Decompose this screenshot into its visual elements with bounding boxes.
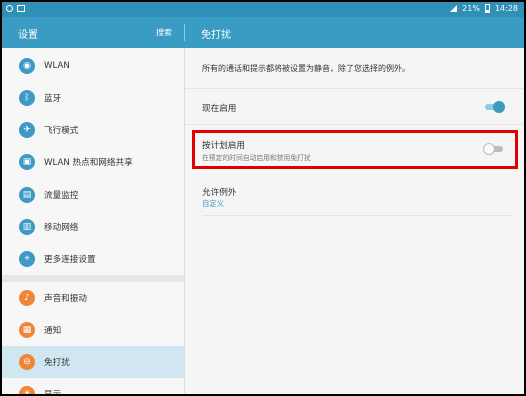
page-title: 免打扰 bbox=[201, 30, 231, 41]
settings-title: 设置 bbox=[18, 30, 38, 41]
status-bar: 21% 14:28 bbox=[2, 2, 524, 17]
sidebar-item-do-not-disturb[interactable]: ⊖ 免打扰 bbox=[2, 346, 184, 378]
sidebar-item-label: WLAN 热点和网络共享 bbox=[44, 158, 133, 168]
sidebar-item-label: WLAN bbox=[44, 61, 70, 71]
clock: 14:28 bbox=[494, 4, 518, 13]
data-usage-icon: ▤ bbox=[19, 187, 35, 203]
sidebar-item-label: 通知 bbox=[44, 326, 62, 336]
dnd-description: 所有的通话和提示都将被设置为静音，除了您选择的例外。 bbox=[202, 64, 410, 73]
search-button[interactable]: 搜索 bbox=[156, 27, 172, 38]
sidebar-item-sound[interactable]: ♪ 声音和振动 bbox=[2, 282, 184, 314]
sidebar-item-label: 流量监控 bbox=[44, 191, 79, 201]
bluetooth-icon: ᛒ bbox=[19, 90, 35, 106]
sidebar-item-hotspot[interactable]: ▣ WLAN 热点和网络共享 bbox=[2, 146, 184, 178]
sidebar-item-label: 移动网络 bbox=[44, 223, 79, 233]
sidebar-item-label: 飞行模式 bbox=[44, 126, 79, 136]
sidebar-item-label: 免打扰 bbox=[44, 358, 70, 368]
airplane-icon: ✈ bbox=[19, 122, 35, 138]
sidebar-item-display[interactable]: ☀ 显示 bbox=[2, 378, 184, 394]
mobile-network-icon: ▥ bbox=[19, 219, 35, 235]
divider bbox=[185, 124, 524, 125]
sidebar-item-airplane-mode[interactable]: ✈ 飞行模式 bbox=[2, 114, 184, 146]
enable-now-label: 现在启用 bbox=[202, 104, 237, 114]
hotspot-icon: ▣ bbox=[19, 154, 35, 170]
sidebar: ◉ WLAN ᛒ 蓝牙 ✈ 飞行模式 ▣ WLAN 热点和网络共享 ▤ 流量监控… bbox=[2, 48, 184, 394]
highlight-box bbox=[192, 130, 518, 169]
sidebar-section-divider bbox=[2, 275, 184, 282]
sidebar-item-notifications[interactable]: ▦ 通知 bbox=[2, 314, 184, 346]
sidebar-item-bluetooth[interactable]: ᛒ 蓝牙 bbox=[2, 82, 184, 114]
sidebar-item-label: 蓝牙 bbox=[44, 94, 62, 104]
exceptions-value: 自定义 bbox=[202, 199, 225, 208]
do-not-disturb-icon: ⊖ bbox=[19, 354, 35, 370]
battery-icon bbox=[484, 4, 490, 13]
notification-icon bbox=[6, 5, 13, 12]
sidebar-item-wlan[interactable]: ◉ WLAN bbox=[2, 50, 184, 82]
header-divider bbox=[184, 24, 185, 41]
battery-percent: 21% bbox=[462, 4, 480, 13]
sound-icon: ♪ bbox=[19, 290, 35, 306]
exceptions-label: 允许例外 bbox=[202, 188, 237, 198]
sidebar-item-more-connections[interactable]: ⌖ 更多连接设置 bbox=[2, 243, 184, 275]
wifi-icon: ◉ bbox=[19, 58, 35, 74]
sidebar-item-label: 声音和振动 bbox=[44, 294, 87, 304]
divider bbox=[185, 88, 524, 89]
screenshot-icon bbox=[17, 5, 25, 12]
more-connections-icon: ⌖ bbox=[19, 251, 35, 267]
sidebar-item-mobile-network[interactable]: ▥ 移动网络 bbox=[2, 211, 184, 243]
notification-icon: ▦ bbox=[19, 322, 35, 338]
enable-now-toggle[interactable] bbox=[483, 101, 505, 113]
divider bbox=[202, 215, 512, 216]
sidebar-item-label: 显示 bbox=[44, 388, 61, 394]
display-icon: ☀ bbox=[19, 386, 35, 394]
dnd-panel: 所有的通话和提示都将被设置为静音，除了您选择的例外。 现在启用 按计划启用 在预… bbox=[185, 48, 524, 394]
screen: 21% 14:28 设置 搜索 免打扰 ◉ WLAN ᛒ 蓝牙 ✈ 飞行模式 ▣… bbox=[2, 2, 524, 394]
header: 设置 搜索 免打扰 bbox=[2, 17, 524, 48]
sidebar-item-data-usage[interactable]: ▤ 流量监控 bbox=[2, 179, 184, 211]
sidebar-item-label: 更多连接设置 bbox=[44, 255, 96, 265]
signal-icon bbox=[450, 5, 458, 12]
